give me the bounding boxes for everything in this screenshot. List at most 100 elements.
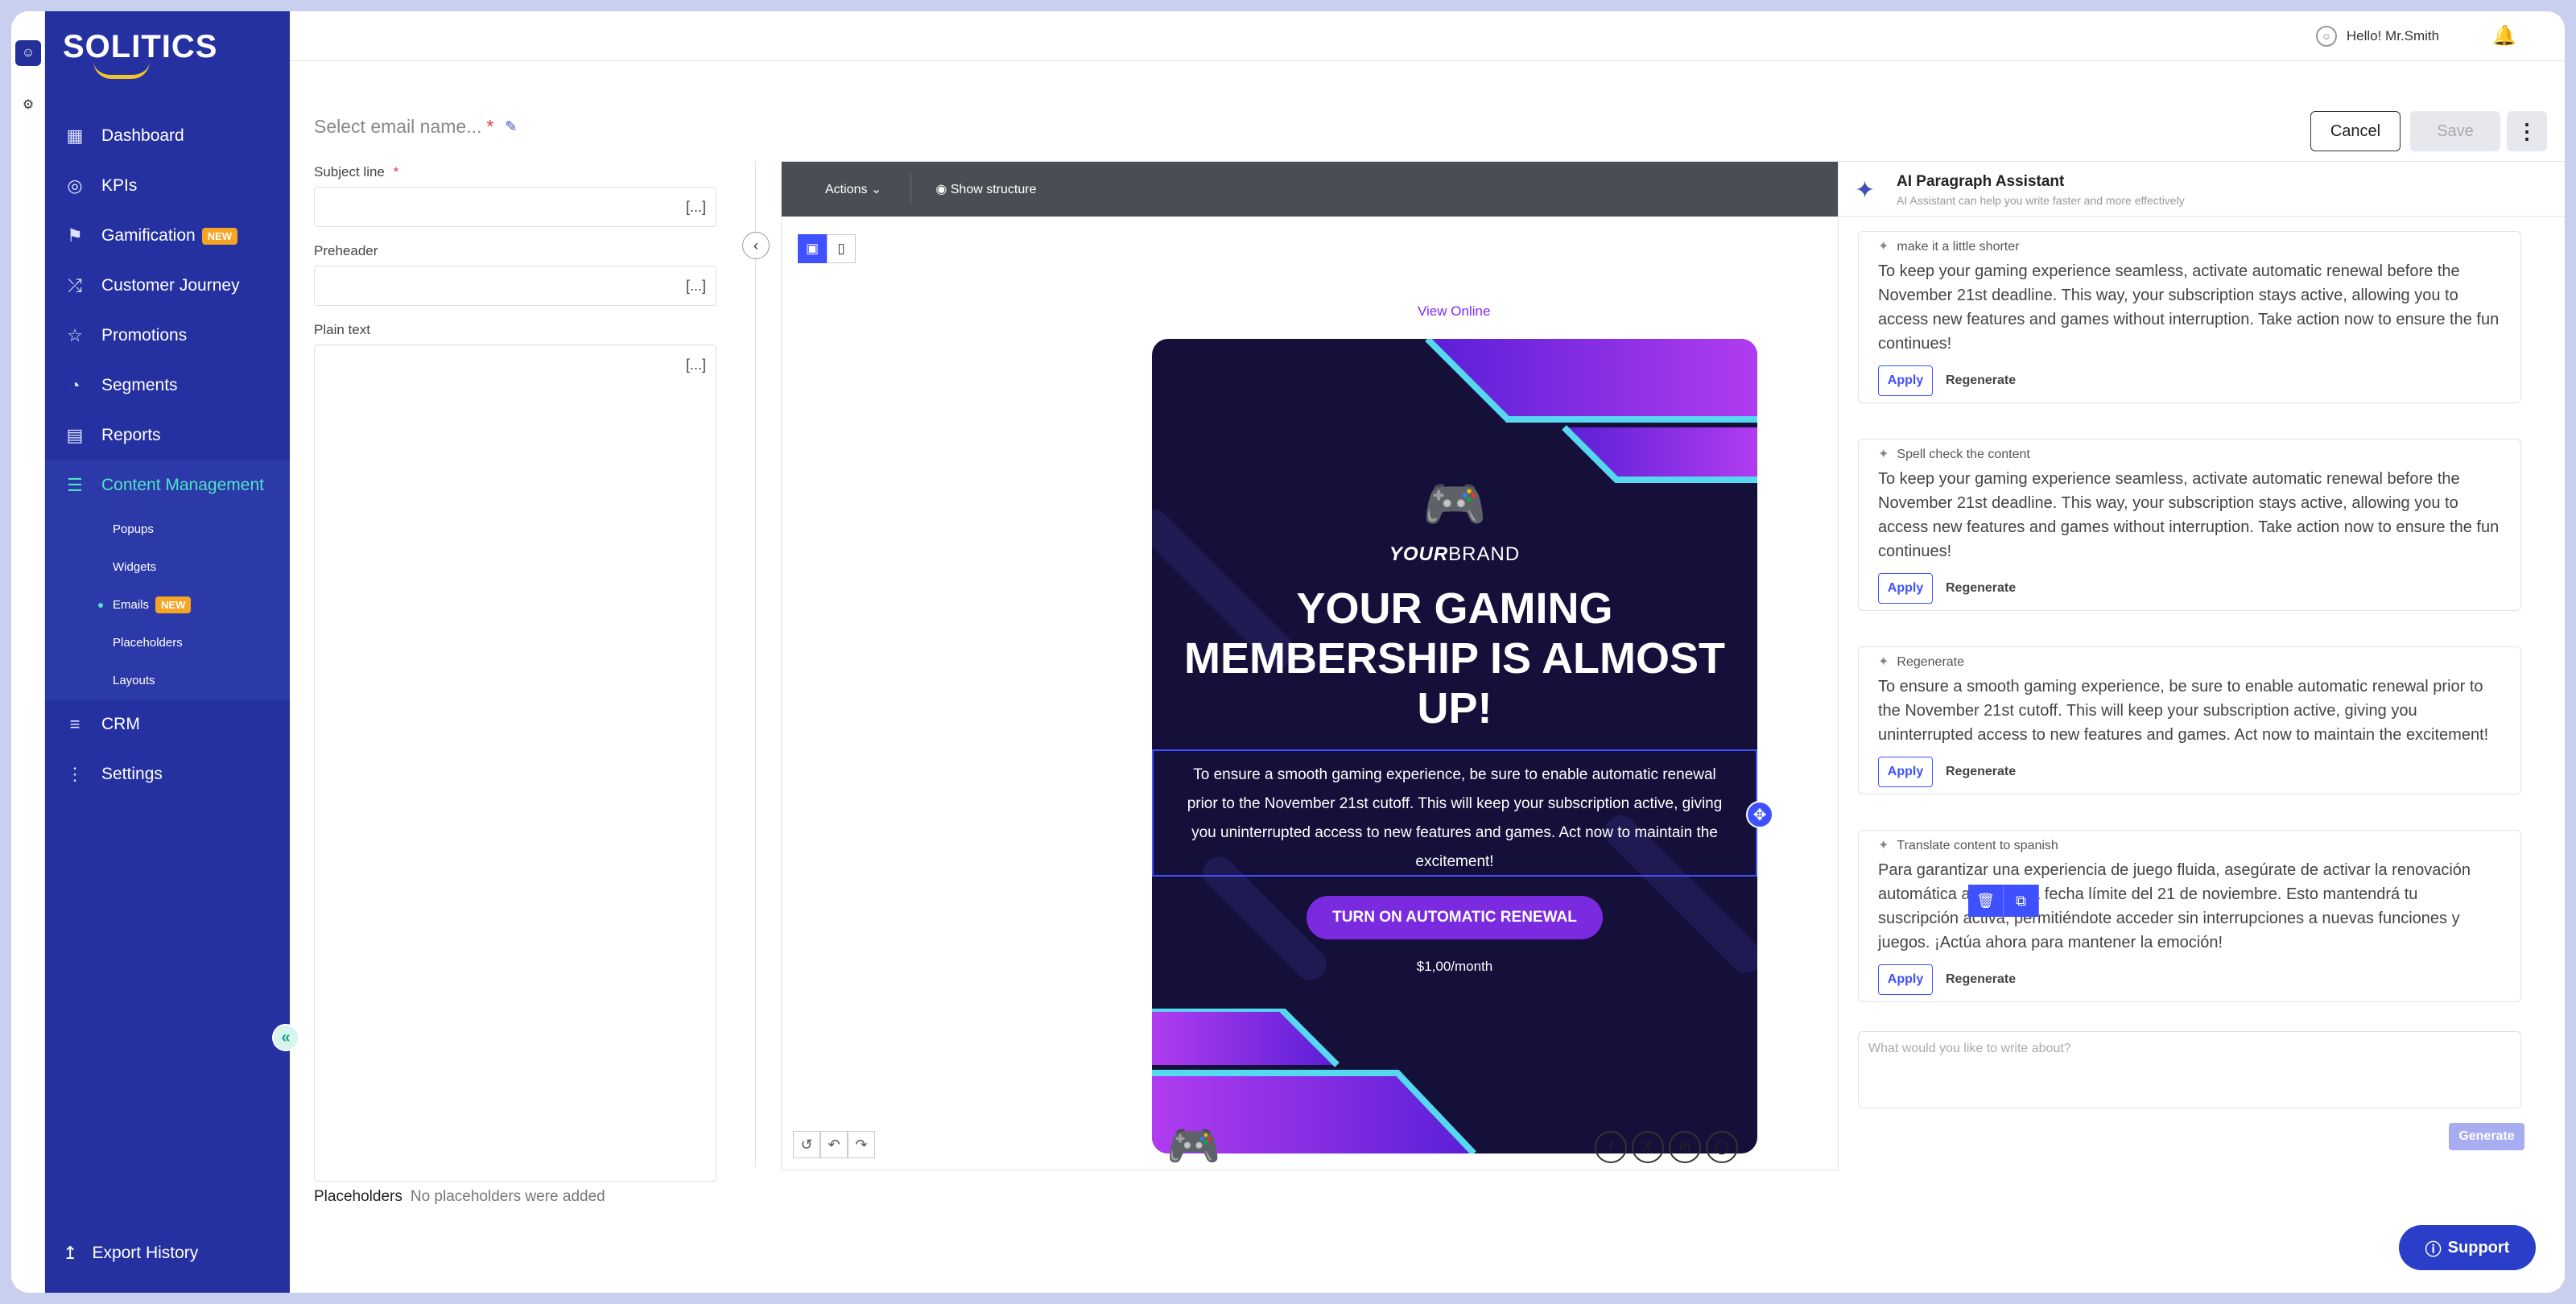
content-subnav: Popups Widgets Emails NEW Placeholders La…: [45, 510, 290, 699]
cancel-button[interactable]: Cancel: [2310, 111, 2401, 151]
star-icon: ☆: [67, 325, 83, 345]
suggestion-text: To keep your gaming experience seamless,…: [1878, 262, 2500, 353]
generate-button[interactable]: Generate: [2449, 1123, 2524, 1150]
user-icon[interactable]: ☺: [15, 40, 41, 66]
apply-button[interactable]: Apply: [1878, 757, 1933, 787]
brand-wordmark: YOURBRAND: [1389, 543, 1521, 565]
placeholders-info: Placeholders No placeholders were added: [314, 1188, 605, 1205]
history-icon[interactable]: ↺: [793, 1131, 820, 1158]
instagram-icon[interactable]: ◯: [1706, 1131, 1738, 1163]
email-settings-form: Subject line * [...] Preheader [...] Pla…: [314, 164, 716, 1182]
ai-assistant-panel: ✦ AI Paragraph Assistant AI Assistant ca…: [1838, 162, 2565, 1171]
grid-icon: ▦: [66, 126, 84, 146]
list-icon: ≡: [69, 714, 80, 734]
regenerate-button[interactable]: Regenerate: [1946, 765, 2016, 779]
cta-button[interactable]: TURN ON AUTOMATIC RENEWAL: [1307, 896, 1603, 939]
ai-prompt-input[interactable]: What would you like to write about?: [1858, 1031, 2521, 1108]
sparkle-icon: ✦: [1878, 839, 1889, 852]
sidebar-item-dashboard[interactable]: ▦ Dashboard: [45, 111, 290, 161]
sidebar-item-content-management[interactable]: ☰ Content Management: [45, 460, 290, 510]
email-name-field[interactable]: Select email name... * ✎: [314, 116, 517, 138]
regenerate-button[interactable]: Regenerate: [1946, 581, 2016, 596]
history-controls: ↺ ↶ ↷: [793, 1131, 875, 1158]
show-structure-toggle[interactable]: ◉ Show structure: [935, 181, 1036, 197]
top-geometric-decoration: [1425, 339, 1757, 483]
sparkle-icon: ✦: [1878, 655, 1889, 669]
divider: [755, 161, 756, 1167]
magic-wand-icon: ✦: [1855, 177, 1876, 204]
sidebar-item-gamification[interactable]: ⚑ Gamification NEW: [45, 211, 290, 261]
subnav-popups[interactable]: Popups: [45, 510, 290, 548]
sparkle-icon: ✦: [1878, 448, 1889, 461]
redo-icon[interactable]: ↷: [848, 1131, 875, 1158]
pie-icon: ◔: [69, 375, 80, 395]
save-button[interactable]: Save: [2410, 111, 2500, 151]
sidebar-item-settings[interactable]: ⋮ Settings: [45, 749, 290, 799]
subnav-widgets[interactable]: Widgets: [45, 548, 290, 586]
trash-icon[interactable]: 🗑: [1968, 885, 2004, 917]
ai-panel-subtitle: AI Assistant can help you write faster a…: [1897, 194, 2185, 207]
gamepad-icon: 🎮: [1422, 475, 1487, 533]
subject-input[interactable]: [...]: [314, 187, 716, 227]
eye-icon: ◉: [935, 183, 947, 196]
block-tools: 🗑 ⧉: [1968, 885, 2039, 917]
email-body-block[interactable]: To ensure a smooth gaming experience, be…: [1152, 749, 1757, 877]
sliders-icon: ⋮: [66, 764, 84, 784]
flag-icon: ⚑: [67, 225, 83, 246]
collapse-sidebar-button[interactable]: «: [272, 1024, 299, 1051]
sparkle-icon: ✦: [1878, 240, 1889, 254]
undo-icon[interactable]: ↶: [820, 1131, 848, 1158]
actions-menu[interactable]: Actions ⌄: [825, 181, 881, 197]
sidebar-item-promotions[interactable]: ☆ Promotions: [45, 311, 290, 361]
desktop-icon[interactable]: ▣: [798, 234, 827, 263]
ai-suggestion-card: ✦ make it a little shorter To keep your g…: [1858, 231, 2521, 403]
apply-button[interactable]: Apply: [1878, 365, 1933, 396]
chevron-left-icon[interactable]: ‹: [742, 232, 770, 259]
placeholder-picker-button[interactable]: [...]: [686, 278, 706, 295]
apply-button[interactable]: Apply: [1878, 964, 1933, 995]
sidebar-item-customer-journey[interactable]: ⤮ Customer Journey: [45, 261, 290, 311]
new-badge: NEW: [201, 227, 238, 245]
user-greeting[interactable]: ☺ Hello! Mr.Smith: [2315, 25, 2439, 47]
more-options-icon[interactable]: ⋮: [2507, 111, 2547, 151]
linkedin-icon[interactable]: in: [1669, 1131, 1701, 1163]
logo-arc: [93, 61, 150, 79]
gamepad-icon: 🎮: [1166, 1122, 1221, 1170]
ai-panel-title: AI Paragraph Assistant: [1897, 173, 2065, 190]
regenerate-button[interactable]: Regenerate: [1946, 972, 2016, 987]
support-button[interactable]: ⓘ Support: [2399, 1225, 2536, 1270]
bug-icon[interactable]: ⚙: [15, 92, 41, 118]
move-icon[interactable]: ✥: [1746, 801, 1773, 828]
sidebar-item-crm[interactable]: ≡ CRM: [45, 699, 290, 749]
preheader-input[interactable]: [...]: [314, 266, 716, 306]
sidebar-item-reports[interactable]: ▤ Reports: [45, 411, 290, 460]
sidebar-item-segments[interactable]: ◔ Segments: [45, 361, 290, 411]
ai-suggestion-card: ✦ Regenerate To ensure a smooth gaming ex…: [1858, 646, 2521, 794]
apply-button[interactable]: Apply: [1878, 573, 1933, 604]
bell-icon[interactable]: 🔔: [2492, 24, 2516, 47]
left-rail: ☺ ⚙: [11, 11, 45, 1293]
regenerate-button[interactable]: Regenerate: [1946, 373, 2016, 388]
sidebar-item-kpis[interactable]: ◎ KPIs: [45, 161, 290, 211]
x-icon[interactable]: X: [1632, 1131, 1664, 1163]
target-icon: ◎: [67, 175, 83, 196]
placeholder-picker-button[interactable]: [...]: [686, 199, 706, 216]
email-headline[interactable]: YOUR GAMING MEMBERSHIP IS ALMOST UP!: [1152, 584, 1757, 733]
subnav-layouts[interactable]: Layouts: [45, 662, 290, 699]
placeholder-picker-button[interactable]: [...]: [686, 357, 706, 373]
facebook-icon[interactable]: f: [1595, 1131, 1627, 1163]
shuffle-icon: ⤮: [68, 275, 82, 295]
subnav-emails[interactable]: Emails NEW: [45, 586, 290, 624]
toolbar-divider: [910, 174, 912, 204]
required-marker: *: [486, 116, 494, 137]
subnav-placeholders[interactable]: Placeholders: [45, 624, 290, 662]
pencil-icon[interactable]: ✎: [505, 118, 517, 135]
ai-suggestion-card: ✦ Spell check the content To keep your ga…: [1858, 439, 2521, 611]
price-text[interactable]: $1,00/month: [1152, 959, 1757, 975]
view-online-link[interactable]: View Online: [1418, 303, 1490, 320]
export-history-link[interactable]: ↥ Export History: [63, 1243, 198, 1264]
mobile-icon[interactable]: ▯: [827, 234, 856, 263]
plaintext-textarea[interactable]: [...]: [314, 345, 716, 1182]
copy-icon[interactable]: ⧉: [2004, 885, 2039, 917]
subject-label: Subject line *: [314, 164, 399, 180]
